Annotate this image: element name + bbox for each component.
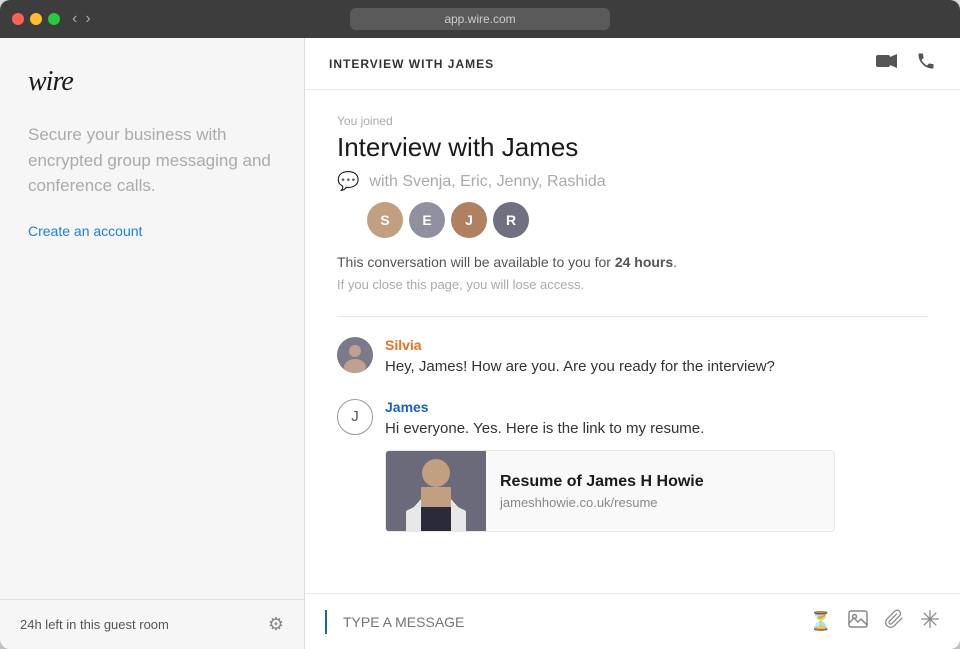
timer-button[interactable]: ⏳ <box>810 611 832 632</box>
james-avatar: J <box>337 399 373 435</box>
traffic-lights <box>12 13 60 25</box>
attachment-button[interactable] <box>884 609 904 634</box>
james-sender-name: James <box>385 399 928 415</box>
more-button[interactable] <box>920 609 940 634</box>
forward-button[interactable]: › <box>85 11 90 27</box>
link-preview-thumbnail <box>386 451 486 531</box>
wire-logo-text: wire <box>28 66 73 97</box>
settings-button[interactable]: ⚙ <box>268 614 284 635</box>
avatar-svenja: S <box>367 202 403 238</box>
wire-logo: wire <box>28 66 276 98</box>
link-preview-url: jameshhowie.co.uk/resume <box>500 495 704 510</box>
image-button[interactable] <box>848 610 868 633</box>
image-icon <box>848 610 868 628</box>
chat-header: INTERVIEW WITH JAMES <box>305 38 960 90</box>
sidebar: wire Secure your business with encrypted… <box>0 38 305 649</box>
back-button[interactable]: ‹ <box>72 11 77 27</box>
avatar-rashida: R <box>493 202 529 238</box>
lose-access-note: If you close this page, you will lose ac… <box>337 277 928 292</box>
message-row: Silvia Hey, James! How are you. Are you … <box>337 337 928 379</box>
interview-title: Interview with James <box>337 132 928 163</box>
chat-header-title: INTERVIEW WITH JAMES <box>329 57 494 71</box>
james-message-content: James Hi everyone. Yes. Here is the link… <box>385 399 928 533</box>
join-notification: You joined Interview with James 💬 with S… <box>337 114 928 292</box>
message-input[interactable] <box>343 614 794 630</box>
phone-icon <box>916 51 936 71</box>
attachment-icon <box>884 609 904 629</box>
video-call-button[interactable] <box>876 53 898 74</box>
sidebar-tagline: Secure your business with encrypted grou… <box>28 122 276 199</box>
silvia-avatar <box>337 337 373 373</box>
url-text: app.wire.com <box>444 12 515 26</box>
app-window: ‹ › app.wire.com wire Secure your busine… <box>0 0 960 649</box>
joined-label: You joined <box>337 114 928 128</box>
silvia-sender-name: Silvia <box>385 337 928 353</box>
chat-header-actions <box>876 51 936 76</box>
avatar-jenny: J <box>451 202 487 238</box>
chat-messages: You joined Interview with James 💬 with S… <box>305 90 960 593</box>
create-account-link[interactable]: Create an account <box>28 223 276 239</box>
address-bar[interactable]: app.wire.com <box>350 8 610 30</box>
participants-names: with Svenja, Eric, Jenny, Rashida <box>369 173 605 191</box>
resume-thumbnail <box>386 451 486 531</box>
chat-area: INTERVIEW WITH JAMES <box>305 38 960 649</box>
maximize-button[interactable] <box>48 13 60 25</box>
link-preview-title: Resume of James H Howie <box>500 473 704 491</box>
notice-pre: This conversation will be available to y… <box>337 254 615 270</box>
separator <box>337 316 928 317</box>
participants-line: 💬 with Svenja, Eric, Jenny, Rashida <box>337 171 928 192</box>
conversation-notice: This conversation will be available to y… <box>337 252 928 273</box>
silvia-message-text: Hey, James! How are you. Are you ready f… <box>385 356 928 379</box>
avatar-eric: E <box>409 202 445 238</box>
chat-bubble-icon: 💬 <box>337 171 359 192</box>
james-avatar-initial: J <box>351 408 359 425</box>
close-button[interactable] <box>12 13 24 25</box>
video-icon <box>876 53 898 69</box>
notice-hours: 24 hours <box>615 254 673 270</box>
phone-call-button[interactable] <box>916 51 936 76</box>
silvia-message-content: Silvia Hey, James! How are you. Are you … <box>385 337 928 379</box>
avatar-row: S E J R <box>367 202 928 238</box>
nav-buttons: ‹ › <box>72 11 91 27</box>
more-icon <box>920 609 940 629</box>
app-body: wire Secure your business with encrypted… <box>0 38 960 649</box>
guest-timer: 24h left in this guest room <box>20 617 169 632</box>
silvia-avatar-img <box>337 337 373 373</box>
message-row: J James Hi everyone. Yes. Here is the li… <box>337 399 928 533</box>
link-preview-card[interactable]: Resume of James H Howie jameshhowie.co.u… <box>385 450 835 532</box>
title-bar: ‹ › app.wire.com <box>0 0 960 38</box>
notice-post: . <box>673 254 677 270</box>
sidebar-bottom: 24h left in this guest room ⚙ <box>0 599 304 649</box>
minimize-button[interactable] <box>30 13 42 25</box>
link-preview-info: Resume of James H Howie jameshhowie.co.u… <box>486 451 718 531</box>
james-message-text: Hi everyone. Yes. Here is the link to my… <box>385 418 928 441</box>
sidebar-top: wire Secure your business with encrypted… <box>0 38 304 599</box>
input-divider <box>325 610 327 634</box>
chat-input-bar: ⏳ <box>305 593 960 649</box>
